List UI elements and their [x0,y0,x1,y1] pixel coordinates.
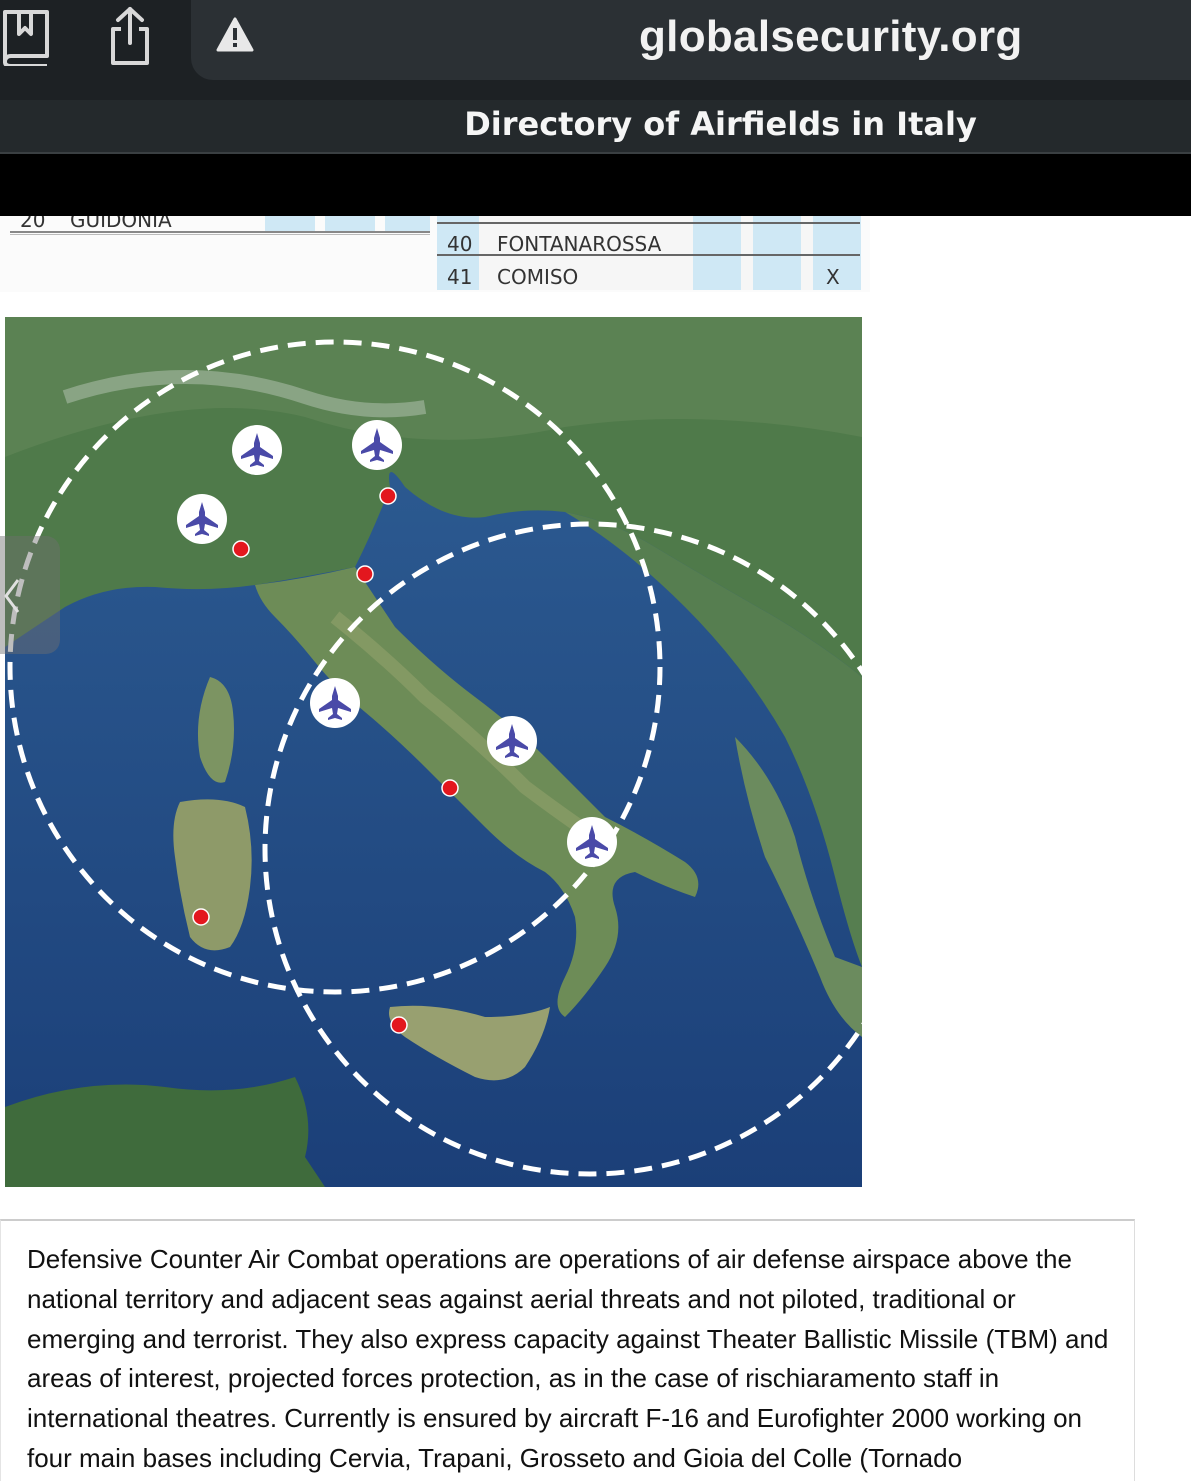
fighter-jet-icon [310,678,360,728]
table-row-mark: X [826,265,840,289]
table-row-name: FONTANAROSSA [497,232,662,256]
fighter-jet-icon [177,494,227,544]
table-row-name: COMISO [497,265,579,289]
warning-triangle-icon [216,17,254,52]
article-paragraph: Defensive Counter Air Combat operations … [27,1244,1109,1473]
fighter-jet-icon [487,716,537,766]
header-divider [0,154,1191,216]
previous-image-handle[interactable] [0,536,60,654]
address-bar[interactable]: globalsecurity.org [191,0,1191,80]
url-text: globalsecurity.org [639,12,1023,61]
airbase-marker [232,540,250,558]
airbase-marker [379,487,397,505]
page-title: Directory of Airfields in Italy [464,105,977,143]
book-icon[interactable] [0,6,56,66]
table-row-name: GUIDONIA [70,216,172,232]
share-icon[interactable] [100,6,160,66]
airbase-marker [441,779,459,797]
airbase-marker [390,1016,408,1034]
italy-air-defense-map [5,317,862,1187]
north-africa [5,1077,325,1187]
table-row-number: 40 [447,232,473,256]
airbase-marker [192,908,210,926]
table-row-number: 20 [20,216,46,232]
fighter-jet-icon [352,420,402,470]
fighter-jet-icon [232,425,282,475]
airbase-marker [356,565,374,583]
table-row-number: 41 [447,265,473,289]
airfield-table: 20 GUIDONIA 40 FONTANAROSSA 41 COMISO X [0,216,870,292]
fighter-jet-icon [567,817,617,867]
chevron-left-icon [4,579,20,613]
